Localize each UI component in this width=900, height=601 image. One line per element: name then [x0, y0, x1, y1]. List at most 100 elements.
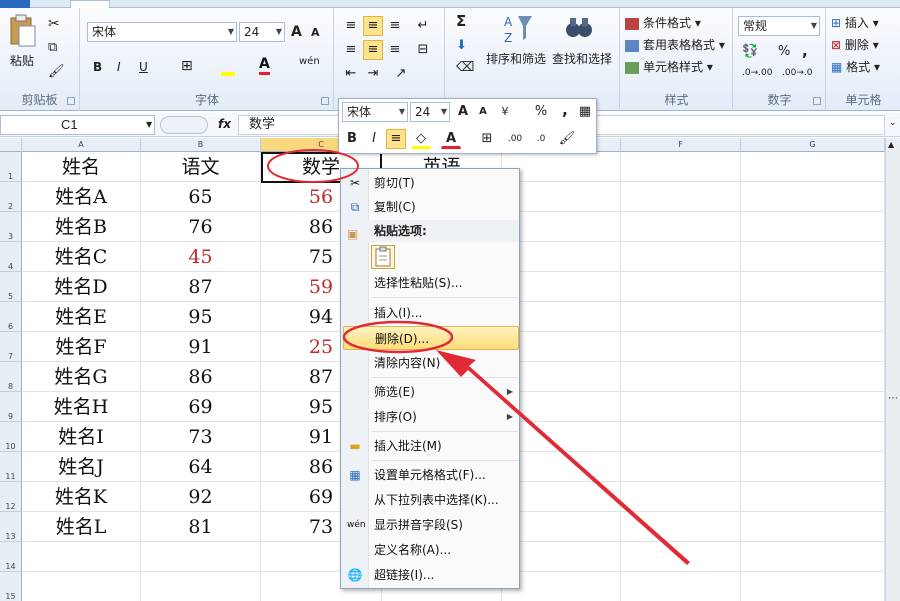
grid-cell[interactable]: 姓名I [22, 422, 141, 452]
grid-cell[interactable] [621, 272, 741, 302]
table-format-button[interactable]: 套用表格格式 ▾ [625, 36, 725, 53]
increase-font-button[interactable]: A [291, 24, 302, 40]
grid-cell[interactable] [141, 572, 261, 601]
menu-item-pick-from-list[interactable]: 从下拉列表中选择(K)... [343, 488, 519, 512]
grid-cell[interactable]: 姓名F [22, 332, 141, 362]
currency-icon[interactable]: 💱 [742, 44, 758, 59]
grid-cell[interactable] [621, 392, 741, 422]
menu-item-format-cells[interactable]: ▦ 设置单元格格式(F)... [343, 463, 519, 487]
grid-cell[interactable]: 86 [141, 362, 261, 392]
row-header-5[interactable]: 5 [0, 272, 22, 302]
align-top-icon[interactable]: ≡ [341, 16, 361, 36]
underline-button[interactable]: U [139, 60, 148, 74]
percent-button[interactable]: % [778, 44, 790, 59]
align-right-icon[interactable]: ≡ [385, 40, 405, 60]
grid-cell[interactable]: 92 [141, 482, 261, 512]
row-header-2[interactable]: 2 [0, 182, 22, 212]
grid-cell[interactable] [741, 242, 885, 272]
increase-decimal-icon[interactable]: .0→.00 [742, 68, 772, 78]
mini-increase-decimal-icon[interactable]: .00 [505, 129, 525, 149]
grid-cell[interactable] [621, 512, 741, 542]
row-header-11[interactable]: 11 [0, 452, 22, 482]
phonetic-icon[interactable]: wén [299, 56, 320, 67]
grid-cell[interactable]: 姓名K [22, 482, 141, 512]
bold-button[interactable]: B [93, 60, 102, 74]
menu-item-delete[interactable]: 删除(D)... [343, 326, 519, 350]
grid-cell[interactable]: 姓名 [22, 152, 141, 182]
comma-button[interactable]: , [802, 42, 808, 60]
grid-cell[interactable]: 姓名J [22, 452, 141, 482]
column-header-a[interactable]: A [22, 138, 141, 152]
format-painter-icon[interactable]: 🖌 [48, 64, 65, 79]
grid-cell[interactable]: 姓名H [22, 392, 141, 422]
italic-button[interactable]: I [117, 60, 121, 74]
mini-italic-button[interactable]: I [364, 129, 384, 149]
align-center-icon[interactable]: ≡ [363, 40, 383, 60]
row-header-15[interactable]: 15 [0, 572, 22, 601]
mini-percent-button[interactable]: % [531, 102, 551, 122]
grid-cell[interactable] [621, 212, 741, 242]
grid-cell[interactable] [741, 212, 885, 242]
select-all-corner[interactable] [0, 138, 22, 152]
find-select-button[interactable]: 查找和选择 [552, 50, 612, 67]
menu-item-hyperlink[interactable]: 🌐 超链接(I)... [343, 563, 519, 587]
grid-cell[interactable]: 45 [141, 242, 261, 272]
mini-decrease-decimal-icon[interactable]: .0 [531, 129, 551, 149]
mini-size-combo[interactable]: 24 ▼ [410, 102, 450, 122]
grid-cell[interactable] [741, 572, 885, 601]
mini-shrink-font-icon[interactable]: A [473, 102, 493, 122]
format-cells-button[interactable]: ▦ 格式 ▾ [831, 58, 880, 75]
grid-cell[interactable]: 64 [141, 452, 261, 482]
mini-border-icon[interactable]: ⊞ [477, 129, 497, 149]
grid-cell[interactable]: 姓名B [22, 212, 141, 242]
menu-item-cut[interactable]: ✂ 剪切(T) [343, 171, 519, 195]
autosum-icon[interactable]: Σ [456, 12, 466, 30]
grid-cell[interactable]: 姓名C [22, 242, 141, 272]
sort-filter-icon[interactable]: AZ [502, 12, 536, 46]
grid-cell[interactable]: 语文 [141, 152, 261, 182]
menu-item-define-name[interactable]: 定义名称(A)... [343, 538, 519, 562]
formula-bar-splitter[interactable] [160, 116, 208, 134]
row-header-6[interactable]: 6 [0, 302, 22, 332]
grid-cell[interactable] [741, 482, 885, 512]
grid-cell[interactable] [741, 362, 885, 392]
grid-cell[interactable] [741, 422, 885, 452]
align-left-icon[interactable]: ≡ [341, 40, 361, 60]
row-header-7[interactable]: 7 [0, 332, 22, 362]
menu-item-clear-contents[interactable]: 清除内容(N) [343, 351, 519, 375]
decrease-decimal-icon[interactable]: .00→.0 [782, 68, 812, 78]
grid-cell[interactable] [621, 302, 741, 332]
grid-cell[interactable] [741, 392, 885, 422]
row-header-12[interactable]: 12 [0, 482, 22, 512]
grid-cell[interactable] [621, 482, 741, 512]
number-dialog-launcher[interactable] [813, 97, 821, 105]
row-header-1[interactable]: 1 [0, 152, 22, 182]
grid-cell[interactable]: 91 [141, 332, 261, 362]
grid-cell[interactable] [621, 182, 741, 212]
align-bottom-icon[interactable]: ≡ [385, 16, 405, 36]
menu-item-insert[interactable]: 插入(I)... [343, 301, 519, 325]
vertical-scrollbar[interactable]: ▲ ⋯ [885, 138, 900, 601]
grid-cell[interactable]: 69 [141, 392, 261, 422]
grid-cell[interactable]: 95 [141, 302, 261, 332]
name-box-dropdown-icon[interactable]: ▼ [146, 120, 152, 129]
font-dialog-launcher[interactable] [321, 97, 329, 105]
row-header-14[interactable]: 14 [0, 542, 22, 572]
grid-cell[interactable] [621, 242, 741, 272]
mini-grow-font-icon[interactable]: A [453, 102, 473, 122]
row-header-10[interactable]: 10 [0, 422, 22, 452]
grid-cell[interactable] [621, 422, 741, 452]
menu-item-filter[interactable]: 筛选(E) ▶ [343, 380, 519, 404]
fill-color-icon[interactable] [221, 58, 235, 79]
row-header-4[interactable]: 4 [0, 242, 22, 272]
grid-cell[interactable] [621, 572, 741, 601]
mini-currency-icon[interactable]: ¥ [495, 102, 515, 122]
grid-cell[interactable] [621, 152, 741, 182]
decrease-indent-icon[interactable]: ⇤ [341, 64, 361, 84]
grid-cell[interactable] [741, 182, 885, 212]
row-header-13[interactable]: 13 [0, 512, 22, 542]
grid-cell[interactable] [741, 272, 885, 302]
menu-item-insert-comment[interactable]: ▬ 插入批注(M) [343, 434, 519, 458]
row-header-9[interactable]: 9 [0, 392, 22, 422]
mini-format-painter-icon[interactable]: 🖌 [557, 129, 577, 149]
